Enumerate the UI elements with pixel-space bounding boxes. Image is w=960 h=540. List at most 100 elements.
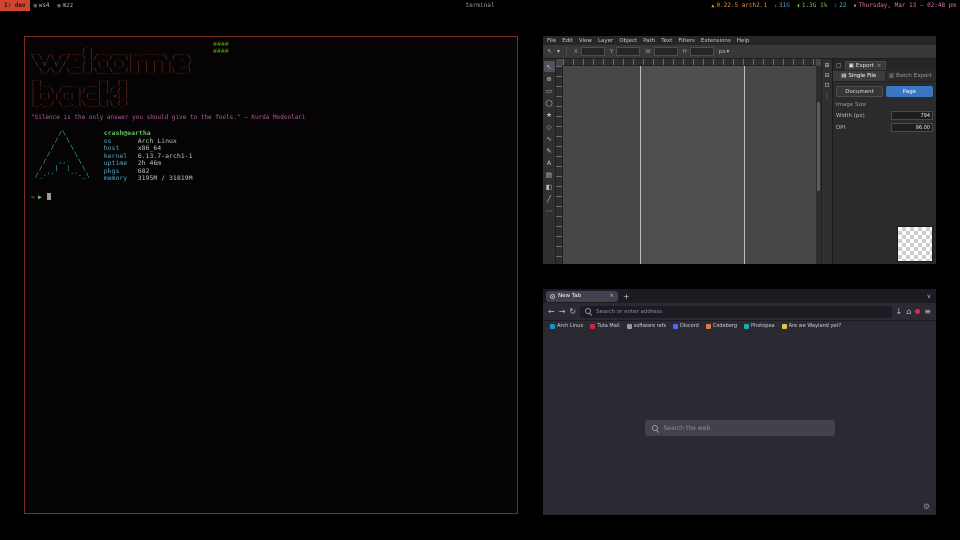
menu-edit[interactable]: Edit [562,38,573,44]
dpi-row: DPI 96.00 [836,123,933,132]
bookmark-discord[interactable]: Discord [673,323,699,329]
export-page-button[interactable]: Page [886,86,933,97]
inkscape-menubar: File Edit View Layer Object Path Text Fi… [543,36,936,45]
spiral-tool-icon[interactable]: ∿ [544,133,555,144]
menu-path[interactable]: Path [643,38,655,44]
browser-window[interactable]: New Tab × + ∨ ← → ↻ Search or enter addr… [543,289,936,515]
measure-tool-icon[interactable]: ╱ [544,193,555,204]
workspace-item-ws4[interactable]: ▦ ws4 [30,0,54,11]
box-tool-icon[interactable]: ◇ [544,121,555,132]
menu-view[interactable]: View [579,38,592,44]
selector-tool-icon[interactable]: ↖ [546,48,553,55]
prompt-arrow-icon: ▶ [38,193,42,201]
menu-filters[interactable]: Filters [678,38,695,44]
h-label: H [683,49,687,55]
tab-title: New Tab [558,293,581,299]
recording-indicator-icon[interactable] [915,309,920,314]
select-tool-icon[interactable]: ↖ [544,61,555,72]
horizontal-ruler [563,59,816,66]
status-bar: 1: dev ▦ ws4 ▦ mzz terminal ▲ 0.22.5 arc… [0,0,960,11]
canvas-scrollbar[interactable] [816,66,821,264]
export-tab-icon: ▣ [849,63,854,69]
new-tab-button[interactable]: + [621,292,632,301]
bookmark-arch-linux[interactable]: Arch Linux [550,323,583,329]
inkscape-main: ↖ ⊕ ▭ ◯ ★ ◇ ∿ ✎ A ▤ ◧ ╱ ⋯ ⊞ ⊟ ⊡ ⋮ [543,59,936,264]
export-dialog-tab[interactable]: ▣ Export × [845,61,886,70]
web-search-input[interactable]: Search the web [645,420,835,436]
menu-extensions[interactable]: Extensions [701,38,731,44]
single-file-tab[interactable]: ▤ Single File [833,71,885,81]
reload-button[interactable]: ↻ [569,307,576,316]
dpi-field[interactable]: 96.00 [891,123,933,132]
snap-other-icon[interactable]: ⊡ [824,82,829,89]
ellipse-tool-icon[interactable]: ◯ [544,97,555,108]
home-icon[interactable]: ⌂ [906,307,911,316]
pencil-tool-icon[interactable]: ✎ [544,145,555,156]
snap-nodes-icon[interactable]: ⊟ [824,72,829,79]
scrollbar-thumb[interactable] [817,102,820,191]
menu-file[interactable]: File [547,38,556,44]
menu-help[interactable]: Help [737,38,750,44]
inkscape-window[interactable]: File Edit View Layer Object Path Text Fi… [543,36,936,264]
active-tab[interactable]: New Tab × [546,291,618,302]
dropper-tool-icon[interactable]: ◧ [544,181,555,192]
bookmark-software-refs[interactable]: software refs [627,323,666,329]
snap-bbox-icon[interactable]: ⊞ [824,62,829,69]
gradient-tool-icon[interactable]: ▤ [544,169,555,180]
w-field[interactable] [654,47,678,56]
bookmark-are-we-wayland-yet[interactable]: Are we Wayland yet? [782,323,841,329]
bookmark-photopea[interactable]: Photopea [744,323,775,329]
clock-icon: ▪ [853,3,856,9]
bookmark-tuta-mail[interactable]: Tuta Mail [590,323,619,329]
bookmark-favicon [550,324,555,329]
memory-status: ▮ 1.3G 1% [797,2,827,9]
batch-export-tab[interactable]: ▥ Batch Export [885,71,937,81]
arch-logo-ascii: /\ / \ / \ / \ / ,, \ / | | \ /_-'' ''-_… [31,130,90,183]
width-label: Width (px) [836,113,865,119]
units-dropdown[interactable]: px ▾ [719,49,730,55]
document-page[interactable] [640,66,745,264]
inkscape-canvas[interactable] [556,59,821,264]
export-preview-checkerboard [897,226,933,262]
star-tool-icon[interactable]: ★ [544,109,555,120]
workspace-label: ws4 [39,2,50,9]
menu-icon[interactable]: ≡ [924,307,931,316]
fastfetch-output: /\ / \ / \ / \ / ,, \ / | | \ /_-'' ''-_… [31,130,511,183]
address-bar[interactable]: Search or enter address [580,306,891,318]
forward-button[interactable]: → [559,307,566,316]
rectangle-tool-icon[interactable]: ▭ [544,85,555,96]
downloads-icon[interactable]: ↓ [896,307,903,316]
menu-object[interactable]: Object [619,38,637,44]
more-tools-icon[interactable]: ⋯ [544,205,555,216]
width-field[interactable]: 794 [891,111,933,120]
navigation-toolbar: ← → ↻ Search or enter address ↓ ⌂ ≡ [543,303,936,321]
workspace-indicator-active[interactable]: 1: dev [0,0,30,11]
menu-layer[interactable]: Layer [598,38,613,44]
tab-strip: New Tab × + ∨ [543,289,936,303]
back-button[interactable]: ← [548,307,555,316]
list-all-tabs-icon[interactable]: ∨ [927,293,933,300]
y-field[interactable] [616,47,640,56]
dropdown-icon[interactable]: ▾ [556,48,561,55]
personalize-gear-icon[interactable]: ⚙ [923,502,930,511]
panel-options-icon[interactable]: ▢ [835,62,843,69]
x-field[interactable] [581,47,605,56]
workspace-item-mzz[interactable]: ▦ mzz [54,0,78,11]
node-tool-icon[interactable]: ⊕ [544,73,555,84]
snap-more-icon[interactable]: ⋮ [824,92,830,99]
close-icon[interactable]: × [877,63,882,69]
h-field[interactable] [690,47,714,56]
clock-status: ▪ Thursday, Mar 13 — 02:48 pm [853,2,956,9]
menu-text[interactable]: Text [661,38,672,44]
x-label: X [574,49,578,55]
snap-toolbar: ⊞ ⊟ ⊡ ⋮ [821,59,832,264]
search-icon [652,425,659,432]
toolbar-separator [566,47,567,56]
terminal-window[interactable]: _ __ _____| | ___ ___ _ __ ___ ___ \ \ /… [24,36,518,514]
close-tab-icon[interactable]: × [609,293,614,299]
export-panel-header: ▢ ▣ Export × [833,59,936,71]
text-tool-icon[interactable]: A [544,157,555,168]
export-document-button[interactable]: Document [836,86,883,97]
shell-prompt[interactable]: ~ ▶ [31,193,511,201]
bookmark-codeberg[interactable]: Codeberg [706,323,737,329]
